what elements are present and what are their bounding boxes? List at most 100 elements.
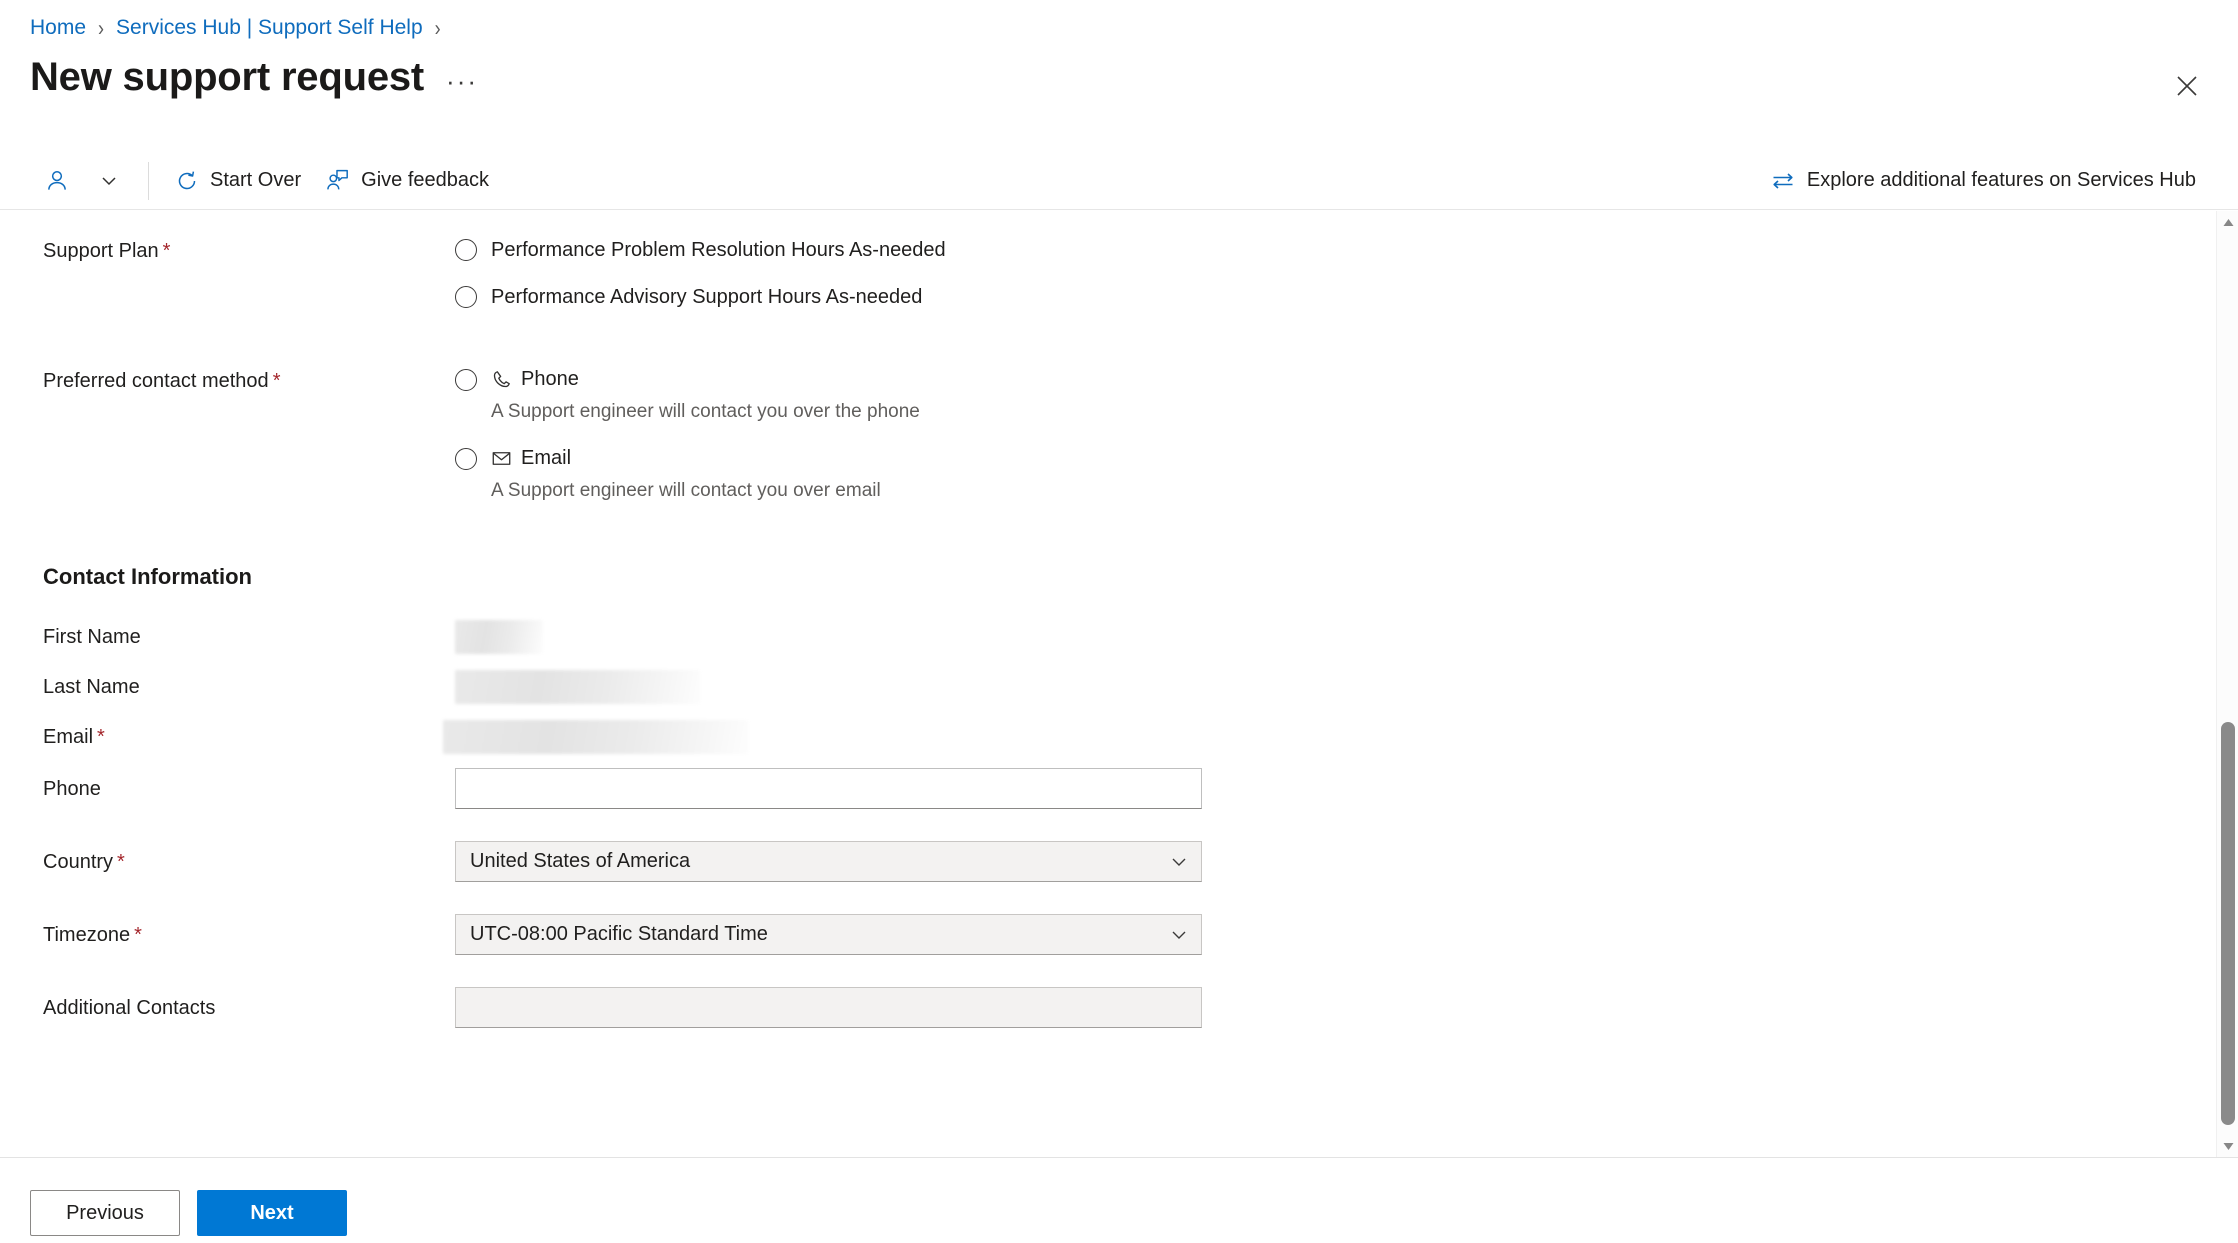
vertical-scrollbar[interactable] [2216,211,2238,1157]
required-asterisk: * [97,726,105,748]
give-feedback-label: Give feedback [361,169,489,191]
last-name-label: Last Name [43,676,140,698]
scroll-down-button[interactable] [2217,1135,2238,1157]
field-row-first-name: First Name [0,620,2238,654]
support-plan-options: Performance Problem Resolution Hours As-… [455,238,2238,309]
first-name-label: First Name [43,626,141,648]
swap-arrows-icon [1770,168,1796,194]
person-icon [44,168,70,194]
previous-button[interactable]: Previous [30,1190,180,1236]
radio-option-performance-advisory-support[interactable]: Performance Advisory Support Hours As-ne… [455,285,2238,309]
form-bottom-spacer [0,1028,2238,1088]
support-plan-label: Support Plan * [0,238,455,264]
field-row-additional-contacts: Additional Contacts [0,987,2238,1028]
explore-services-hub-button[interactable]: Explore additional features on Services … [1758,159,2208,203]
explore-services-hub-label: Explore additional features on Services … [1806,169,2196,191]
field-row-contact-method: Preferred contact method * Phone A Suppo… [0,368,2238,502]
refresh-icon [175,169,199,193]
command-bar-divider [148,161,149,200]
timezone-label: Timezone * [0,922,455,948]
new-support-request-page: Home › Services Hub | Support Self Help … [0,0,2238,1243]
phone-input[interactable] [455,768,1202,809]
field-row-support-plan: Support Plan * Performance Problem Resolu… [0,238,2238,309]
field-row-email: Email * [0,720,2238,754]
redacted-value [443,720,748,754]
close-icon [2177,76,2197,96]
redacted-value [455,670,700,704]
required-asterisk: * [162,240,171,262]
footer-actions: Previous Next [30,1190,347,1236]
timezone-field-wrap: UTC-08:00 Pacific Standard Time [455,914,2238,955]
scroll-up-button[interactable] [2217,211,2238,233]
timezone-dropdown[interactable]: UTC-08:00 Pacific Standard Time [455,914,1202,955]
country-label-text: Country [43,850,114,873]
user-menu-chevron-button[interactable] [84,159,134,203]
breadcrumb-item-services-hub[interactable]: Services Hub | Support Self Help [116,16,423,40]
command-bar-right: Explore additional features on Services … [1758,159,2208,203]
contact-information-heading: Contact Information [43,564,252,589]
required-asterisk: * [117,850,125,873]
field-row-last-name: Last Name [0,670,2238,704]
breadcrumb: Home › Services Hub | Support Self Help … [30,14,441,40]
field-row-phone: Phone [0,768,2238,809]
command-bar-left: Start Over Give feedback [30,152,501,209]
close-button[interactable] [2163,62,2211,110]
last-name-value[interactable] [455,670,2238,704]
start-over-label: Start Over [210,169,302,191]
required-asterisk: * [134,923,142,946]
user-account-button[interactable] [30,159,84,203]
phone-label: Phone [43,777,101,800]
redacted-value [455,620,543,654]
radio-option-phone-head: Phone [491,368,920,391]
radio-label: Performance Advisory Support Hours As-ne… [491,286,923,308]
start-over-button[interactable]: Start Over [163,159,313,203]
first-name-value[interactable] [455,620,2238,654]
required-asterisk: * [272,370,281,392]
radio-label: Email [521,447,572,469]
page-title-row: New support request ··· [30,55,478,100]
radio-option-phone-content: Phone A Support engineer will contact yo… [491,368,920,423]
email-value[interactable] [443,720,2238,754]
email-label: Email * [0,724,455,750]
chevron-down-icon [1169,925,1189,945]
radio-button[interactable] [455,239,477,261]
radio-option-email[interactable]: Email A Support engineer will contact yo… [455,447,2238,502]
radio-label: Phone [521,368,579,390]
radio-button[interactable] [455,286,477,308]
radio-option-email-content: Email A Support engineer will contact yo… [491,447,881,502]
form-content: Support Plan * Performance Problem Resolu… [0,238,2238,1088]
footer-divider [0,1157,2238,1158]
scrollbar-thumb[interactable] [2221,722,2235,1125]
page-title: New support request [30,55,425,99]
country-dropdown[interactable]: United States of America [455,841,1202,882]
radio-option-performance-problem-resolution[interactable]: Performance Problem Resolution Hours As-… [455,238,2238,262]
breadcrumb-separator-icon: › [434,14,441,40]
radio-description: A Support engineer will contact you over… [491,401,920,422]
contact-method-label-text: Preferred contact method [43,370,269,392]
contact-method-options: Phone A Support engineer will contact yo… [455,368,2238,502]
form-scroll-area[interactable]: Support Plan * Performance Problem Resolu… [0,211,2238,1157]
timezone-label-text: Timezone [43,923,131,946]
radio-button[interactable] [455,448,477,470]
mail-icon [491,448,512,469]
breadcrumb-item-home[interactable]: Home [30,16,86,40]
additional-contacts-input[interactable] [455,987,1202,1028]
chevron-down-icon [1169,852,1189,872]
radio-option-email-head: Email [491,447,881,470]
phone-field-wrap [455,768,2238,809]
give-feedback-button[interactable]: Give feedback [313,159,501,203]
next-button[interactable]: Next [197,1190,347,1236]
support-plan-label-text: Support Plan [43,240,159,262]
overflow-menu-icon[interactable]: ··· [446,68,478,94]
radio-label: Performance Problem Resolution Hours As-… [491,239,946,261]
country-label: Country * [0,849,455,875]
radio-description: A Support engineer will contact you over… [491,480,881,501]
radio-option-phone[interactable]: Phone A Support engineer will contact yo… [455,368,2238,423]
breadcrumb-separator-icon: › [98,14,105,40]
country-dropdown-value: United States of America [470,850,691,872]
command-bar: Start Over Give feedback Explore additio… [0,152,2238,210]
field-row-country: Country * United States of America [0,841,2238,882]
timezone-dropdown-value: UTC-08:00 Pacific Standard Time [470,923,768,945]
radio-button[interactable] [455,369,477,391]
contact-method-label: Preferred contact method * [0,368,455,394]
